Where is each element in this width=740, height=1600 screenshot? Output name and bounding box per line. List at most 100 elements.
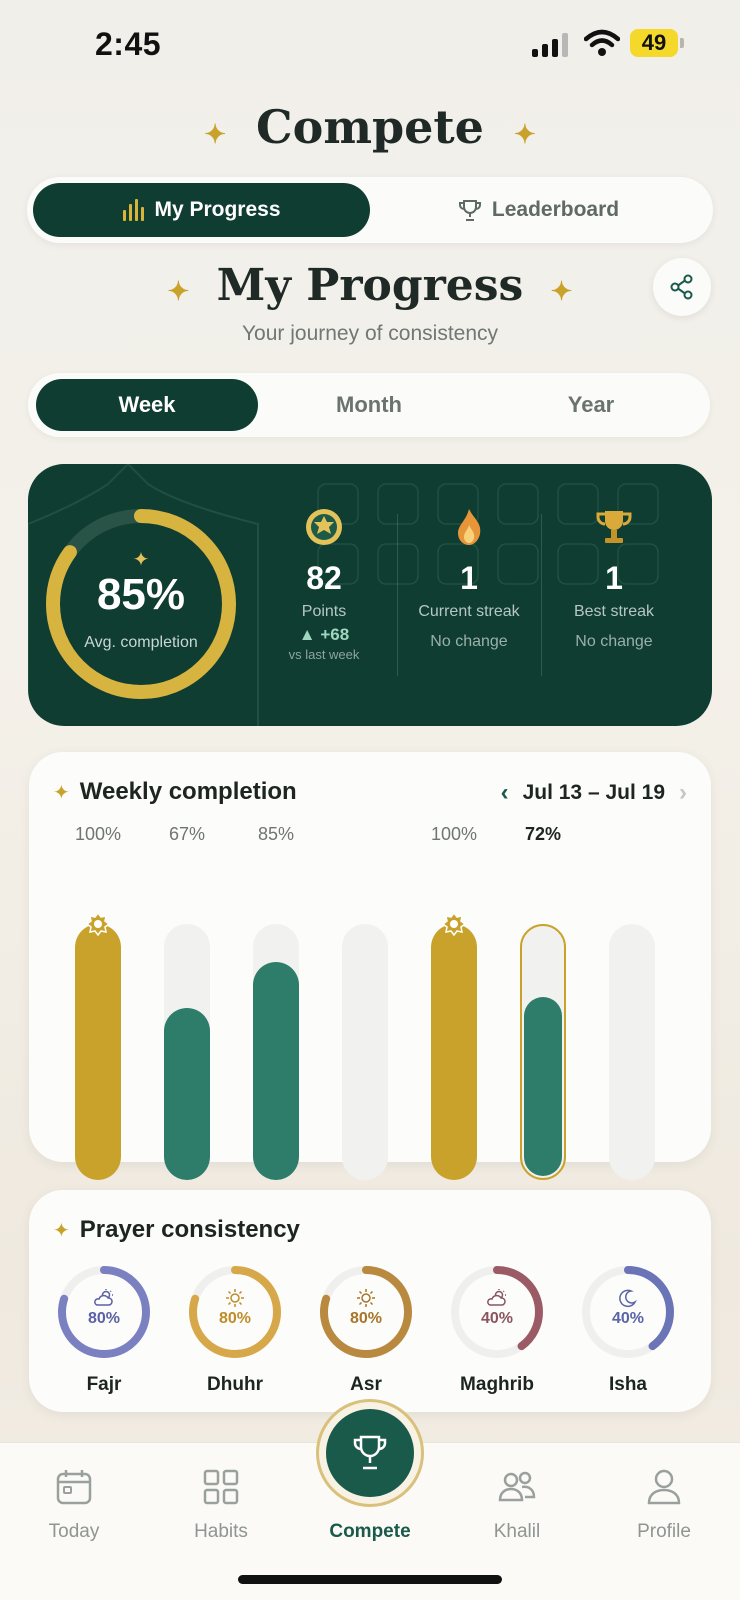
current-streak-value: 1 <box>460 560 478 596</box>
bar-percent-label: 100% <box>430 824 478 844</box>
weekly-completion-card: ✦ Weekly completion ‹ Jul 13 – Jul 19 › 1… <box>29 752 711 1214</box>
card-title: ✦ Prayer consistency <box>53 1216 300 1244</box>
bar-track <box>609 924 655 1180</box>
moon-icon <box>578 1288 678 1308</box>
prayer-percent: 80% <box>218 1310 252 1327</box>
sparkle-icon: ✦ <box>53 1220 70 1242</box>
best-streak-value: 1 <box>605 560 623 596</box>
prayer-title: Prayer consistency <box>79 1216 300 1243</box>
points-value: 82 <box>306 560 342 596</box>
nav-label: Compete <box>329 1521 411 1542</box>
section-subtitle: Your journey of consistency <box>241 322 499 345</box>
current-streak-label: Current streak <box>418 603 520 620</box>
bar-track <box>164 924 210 1180</box>
trophy-icon <box>596 511 632 543</box>
prayer-name: Dhuhr <box>207 1374 263 1395</box>
points-label: Points <box>301 603 347 620</box>
nav-label: Today <box>48 1521 100 1542</box>
tab-my-progress[interactable]: My Progress <box>33 183 370 237</box>
best-streak-label: Best streak <box>573 603 655 620</box>
bar-percent-label: 85% <box>257 824 295 844</box>
nav-label: Khalil <box>493 1521 541 1542</box>
points-stat: 82 Points ▲ +68 vs last week <box>255 504 393 662</box>
sparkle-icon: ✦ <box>167 277 190 307</box>
bar-chart-icon <box>123 199 145 221</box>
divider <box>397 514 398 676</box>
tab-week[interactable]: Week <box>36 379 258 431</box>
trophy-icon <box>353 1435 387 1470</box>
tab-leaderboard[interactable]: Leaderboard <box>370 183 707 237</box>
home-indicator <box>238 1575 502 1584</box>
bar-fill <box>75 924 121 1180</box>
nav-khalil[interactable]: Khalil <box>457 1465 577 1543</box>
best-streak-stat: 1 Best streak No change <box>545 504 683 651</box>
star-badge-icon <box>86 912 110 936</box>
tab-year[interactable]: Year <box>480 379 702 431</box>
sun-icon <box>185 1288 285 1308</box>
bar-track <box>520 924 566 1180</box>
tab-label: Leaderboard <box>491 198 620 221</box>
sparkle-icon: ✦ <box>513 120 536 150</box>
signal-icon <box>532 33 568 57</box>
section-title: ✦ My Progress ✦ <box>0 260 740 311</box>
bar-percent-label: 72% <box>524 824 562 844</box>
avg-completion-value: 85% <box>96 570 186 619</box>
prayer-name: Isha <box>608 1374 648 1395</box>
nav-today[interactable]: Today <box>14 1465 134 1543</box>
stats-card: ✦ 85% Avg. completion 82 Points ▲ +68 vs… <box>28 464 712 726</box>
share-icon <box>670 274 693 300</box>
avg-completion-label: Avg. completion <box>84 634 198 651</box>
person-icon <box>647 1469 681 1505</box>
page-title: ✦ Compete ✦ <box>0 100 740 154</box>
bar-fill <box>253 962 299 1180</box>
sparkle-icon: ✦ <box>550 277 573 307</box>
prayer-percent: 80% <box>87 1310 121 1327</box>
prayer-name: Asr <box>350 1374 382 1395</box>
wifi-icon <box>584 29 620 56</box>
nav-label: Habits <box>194 1521 248 1542</box>
share-button[interactable] <box>653 258 711 316</box>
nav-habits[interactable]: Habits <box>161 1465 281 1543</box>
tab-month[interactable]: Month <box>258 379 480 431</box>
battery-level: 49 <box>641 30 667 55</box>
page-title-text: Compete <box>256 100 484 154</box>
sparkle-icon: ✦ <box>132 549 150 571</box>
top-tab-switcher: My Progress Leaderboard <box>27 177 713 243</box>
cloud-sun-icon <box>447 1288 547 1308</box>
flame-icon <box>458 509 481 545</box>
status-time: 2:45 <box>95 26 162 62</box>
star-badge-icon <box>442 912 466 936</box>
nav-profile[interactable]: Profile <box>604 1465 724 1543</box>
points-delta: ▲ +68 <box>298 625 350 644</box>
points-delta-note: vs last week <box>288 647 360 662</box>
bar-track <box>75 924 121 1180</box>
battery-indicator: 49 <box>630 29 684 57</box>
current-streak-note: No change <box>430 633 508 650</box>
period-switcher: Week Month Year <box>28 373 710 437</box>
bar-track <box>342 924 388 1180</box>
cloud-sun-icon <box>54 1288 154 1308</box>
prayer-name: Fajr <box>86 1374 122 1395</box>
people-icon <box>498 1471 536 1502</box>
bar-fill <box>164 1008 210 1180</box>
grid-icon <box>203 1469 239 1505</box>
nav-compete[interactable] <box>316 1399 424 1507</box>
bar-track <box>431 924 477 1180</box>
bar-percent-label: 100% <box>74 824 122 844</box>
divider <box>541 514 542 676</box>
weekly-bars: 100%Mon67%Tue85%WedThu100%Fri72%SatSun <box>29 752 711 1214</box>
prayer-consistency-card: ✦ Prayer consistency 80% Fajr 80% Dhuhr 80% As… <box>29 1190 711 1412</box>
prayer-percent: 40% <box>480 1310 514 1327</box>
bar-fill <box>431 924 477 1180</box>
medallion-icon <box>306 509 342 545</box>
sun-icon <box>316 1288 416 1308</box>
bar-fill <box>524 997 562 1176</box>
bar-track <box>253 924 299 1180</box>
bar-percent-label: 67% <box>168 824 206 844</box>
calendar-icon <box>56 1470 92 1505</box>
tab-label: My Progress <box>154 198 281 221</box>
prayer-percent: 80% <box>349 1310 383 1327</box>
current-streak-stat: 1 Current streak No change <box>400 504 538 651</box>
prayer-percent: 40% <box>611 1310 645 1327</box>
section-title-text: My Progress <box>216 260 524 311</box>
